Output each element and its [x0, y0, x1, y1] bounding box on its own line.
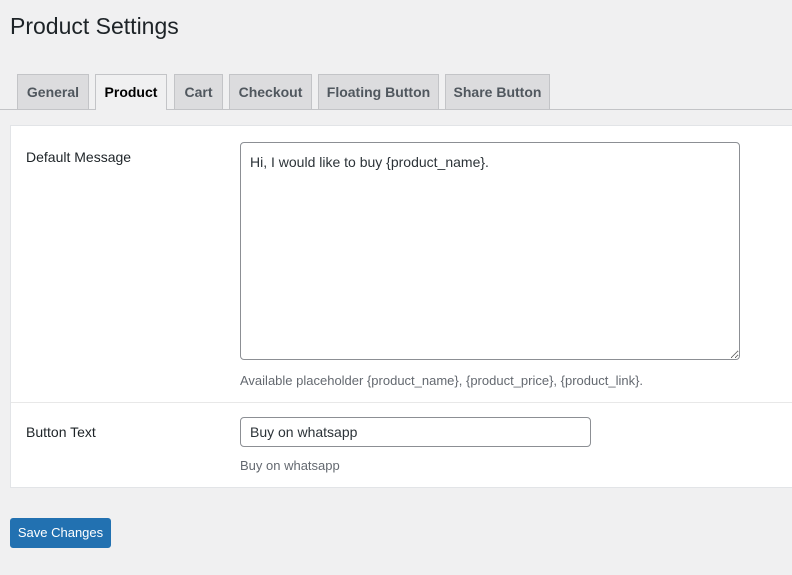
row-divider	[11, 402, 792, 403]
page-title: Product Settings	[10, 13, 179, 39]
button-text-label: Button Text	[26, 424, 96, 440]
tab-floating-button[interactable]: Floating Button	[318, 74, 439, 109]
tab-product[interactable]: Product	[95, 74, 167, 110]
tab-cart[interactable]: Cart	[174, 74, 223, 109]
tab-share-button[interactable]: Share Button	[445, 74, 550, 109]
button-text-help: Buy on whatsapp	[240, 458, 340, 473]
default-message-help: Available placeholder {product_name}, {p…	[240, 373, 644, 388]
settings-tabs: General Product Cart Checkout Floating B…	[0, 74, 792, 110]
tab-general[interactable]: General	[17, 74, 89, 109]
default-message-textarea[interactable]: Hi, I would like to buy {product_name}.	[240, 142, 740, 360]
save-changes-button[interactable]: Save Changes	[10, 518, 111, 548]
tab-checkout[interactable]: Checkout	[229, 74, 312, 109]
default-message-label: Default Message	[26, 149, 132, 165]
button-text-input[interactable]	[240, 417, 591, 447]
settings-panel: Default Message Hi, I would like to buy …	[10, 125, 792, 488]
